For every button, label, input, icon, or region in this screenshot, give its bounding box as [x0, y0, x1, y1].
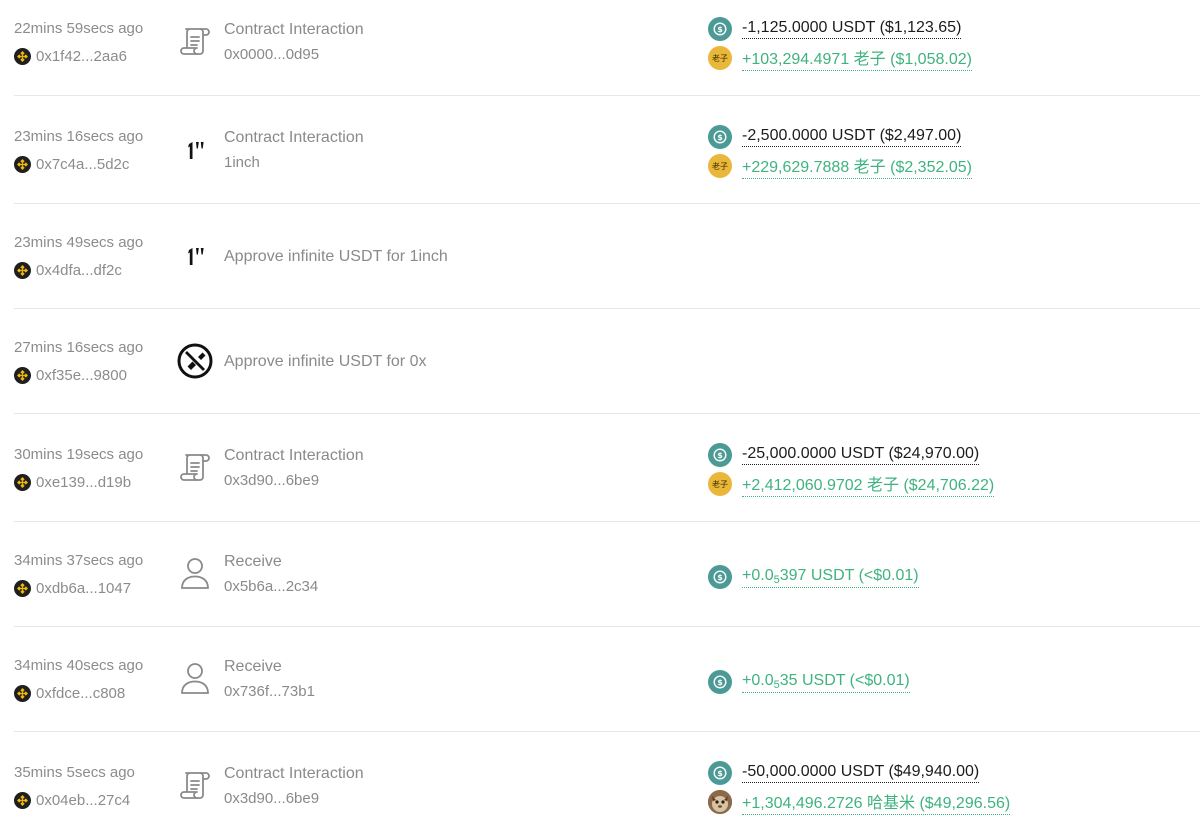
- tx-sender[interactable]: 0x7c4a...5d2c: [14, 155, 129, 173]
- tx-title: Approve infinite USDT for 1inch: [224, 248, 448, 265]
- usdt-icon: $: [708, 565, 732, 589]
- bnb-chain-icon: [14, 261, 31, 279]
- amount-in: +1,304,496.2726 哈基米 ($49,296.56): [742, 789, 1011, 815]
- tx-counterparty[interactable]: 0x3d90...6be9: [224, 472, 319, 489]
- amount-out: -25,000.0000 USDT ($24,970.00): [742, 445, 980, 465]
- contract-scroll-icon: [176, 766, 214, 804]
- tx-counterparty[interactable]: 0x3d90...6be9: [224, 790, 319, 807]
- transaction-row[interactable]: 35mins 5secs ago 0x04eb...27c4 Contract …: [0, 732, 1200, 833]
- sender-address: 0xf35e...9800: [36, 366, 127, 384]
- balance-change[interactable]: $ -50,000.0000 USDT ($49,940.00): [708, 761, 980, 785]
- transaction-row[interactable]: 23mins 49secs ago 0x4dfa...df2c Approve …: [0, 204, 1200, 309]
- balance-change[interactable]: $ +0.05397 USDT (<$0.01): [708, 565, 919, 589]
- transaction-row[interactable]: 27mins 16secs ago 0xf35e...9800 Approve …: [0, 309, 1200, 414]
- user-icon: [176, 554, 214, 592]
- bnb-chain-icon: [14, 366, 31, 384]
- bnb-chain-icon: [14, 47, 31, 65]
- balance-change[interactable]: +1,304,496.2726 哈基米 ($49,296.56): [708, 789, 1011, 815]
- svg-text:$: $: [717, 133, 723, 142]
- sender-address: 0x1f42...2aa6: [36, 47, 127, 65]
- laozi-token-icon: 老子: [708, 154, 732, 178]
- tx-title: Receive: [224, 658, 282, 675]
- laozi-token-icon: 老子: [708, 472, 732, 496]
- tx-title: Contract Interaction: [224, 129, 364, 146]
- oneinch-icon: [176, 237, 214, 275]
- usdt-icon: $: [708, 670, 732, 694]
- usdt-icon: $: [708, 125, 732, 149]
- amount-out: -50,000.0000 USDT ($49,940.00): [742, 763, 980, 783]
- svg-text:$: $: [717, 678, 723, 687]
- tx-title: Receive: [224, 553, 282, 570]
- svg-text:$: $: [717, 573, 723, 582]
- tx-counterparty[interactable]: 0x5b6a...2c34: [224, 578, 318, 595]
- contract-scroll-icon: [176, 22, 214, 60]
- balance-change[interactable]: 老子 +229,629.7888 老子 ($2,352.05): [708, 153, 972, 179]
- amount-in: +103,294.4971 老子 ($1,058.02): [742, 45, 972, 71]
- tx-time: 22mins 59secs ago: [14, 20, 144, 37]
- svg-text:$: $: [717, 451, 723, 460]
- usdt-icon: $: [708, 17, 732, 41]
- sender-address: 0xe139...d19b: [36, 473, 132, 491]
- tx-counterparty[interactable]: 0x0000...0d95: [224, 46, 319, 63]
- bnb-chain-icon: [14, 791, 31, 809]
- sender-address: 0x4dfa...df2c: [36, 261, 122, 279]
- bnb-chain-icon: [14, 155, 31, 173]
- amount-in: +229,629.7888 老子 ($2,352.05): [742, 153, 972, 179]
- tx-sender[interactable]: 0x04eb...27c4: [14, 791, 130, 809]
- tx-counterparty[interactable]: 1inch: [224, 154, 260, 171]
- laozi-token-icon: 老子: [708, 46, 732, 70]
- tx-sender[interactable]: 0xfdce...c808: [14, 684, 125, 702]
- tx-sender[interactable]: 0xe139...d19b: [14, 473, 131, 491]
- sender-address: 0xfdce...c808: [36, 684, 126, 702]
- balance-change[interactable]: 老子 +2,412,060.9702 老子 ($24,706.22): [708, 471, 995, 497]
- amount-in: +2,412,060.9702 老子 ($24,706.22): [742, 471, 995, 497]
- bnb-chain-icon: [14, 579, 31, 597]
- tx-time: 34mins 37secs ago: [14, 552, 144, 569]
- amount-out: -1,125.0000 USDT ($1,123.65): [742, 19, 962, 39]
- transaction-row[interactable]: 22mins 59secs ago 0x1f42...2aa6 Contract…: [0, 0, 1200, 96]
- tx-counterparty[interactable]: 0x736f...73b1: [224, 683, 315, 700]
- tx-title: Contract Interaction: [224, 447, 364, 464]
- tx-time: 34mins 40secs ago: [14, 657, 144, 674]
- tx-time: 23mins 16secs ago: [14, 128, 144, 145]
- sender-address: 0xdb6a...1047: [36, 579, 132, 597]
- bnb-chain-icon: [14, 473, 31, 491]
- usdt-icon: $: [708, 761, 732, 785]
- svg-text:$: $: [717, 769, 723, 778]
- amount-in: +0.05397 USDT (<$0.01): [742, 566, 919, 588]
- tx-time: 35mins 5secs ago: [14, 764, 135, 781]
- sender-address: 0x7c4a...5d2c: [36, 155, 130, 173]
- tx-time: 27mins 16secs ago: [14, 339, 144, 356]
- tx-sender[interactable]: 0x1f42...2aa6: [14, 47, 127, 65]
- amount-out: -2,500.0000 USDT ($2,497.00): [742, 127, 962, 147]
- tx-sender[interactable]: 0x4dfa...df2c: [14, 261, 122, 279]
- tx-sender[interactable]: 0xdb6a...1047: [14, 579, 131, 597]
- transaction-row[interactable]: 23mins 16secs ago 0x7c4a...5d2c Contract…: [0, 96, 1200, 204]
- hajimi-token-icon: [708, 790, 732, 814]
- tx-title: Contract Interaction: [224, 21, 364, 38]
- balance-change[interactable]: $ -2,500.0000 USDT ($2,497.00): [708, 125, 962, 149]
- tx-title: Contract Interaction: [224, 765, 364, 782]
- zerox-icon: [176, 342, 214, 380]
- tx-time: 30mins 19secs ago: [14, 446, 144, 463]
- transaction-row[interactable]: 30mins 19secs ago 0xe139...d19b Contract…: [0, 414, 1200, 522]
- balance-change[interactable]: $ +0.0535 USDT (<$0.01): [708, 670, 910, 694]
- tx-sender[interactable]: 0xf35e...9800: [14, 366, 127, 384]
- transaction-row[interactable]: 34mins 37secs ago 0xdb6a...1047 Receive …: [0, 522, 1200, 627]
- sender-address: 0x04eb...27c4: [36, 791, 131, 809]
- transaction-list: 22mins 59secs ago 0x1f42...2aa6 Contract…: [0, 0, 1200, 833]
- bnb-chain-icon: [14, 684, 31, 702]
- tx-title: Approve infinite USDT for 0x: [224, 353, 427, 370]
- transaction-row[interactable]: 34mins 40secs ago 0xfdce...c808 Receive …: [0, 627, 1200, 732]
- balance-change[interactable]: $ -1,125.0000 USDT ($1,123.65): [708, 17, 962, 41]
- oneinch-icon: [176, 131, 214, 169]
- usdt-icon: $: [708, 443, 732, 467]
- contract-scroll-icon: [176, 448, 214, 486]
- balance-change[interactable]: $ -25,000.0000 USDT ($24,970.00): [708, 443, 980, 467]
- svg-text:$: $: [717, 25, 723, 34]
- amount-in: +0.0535 USDT (<$0.01): [742, 671, 910, 693]
- tx-time: 23mins 49secs ago: [14, 234, 144, 251]
- user-icon: [176, 659, 214, 697]
- balance-change[interactable]: 老子 +103,294.4971 老子 ($1,058.02): [708, 45, 972, 71]
